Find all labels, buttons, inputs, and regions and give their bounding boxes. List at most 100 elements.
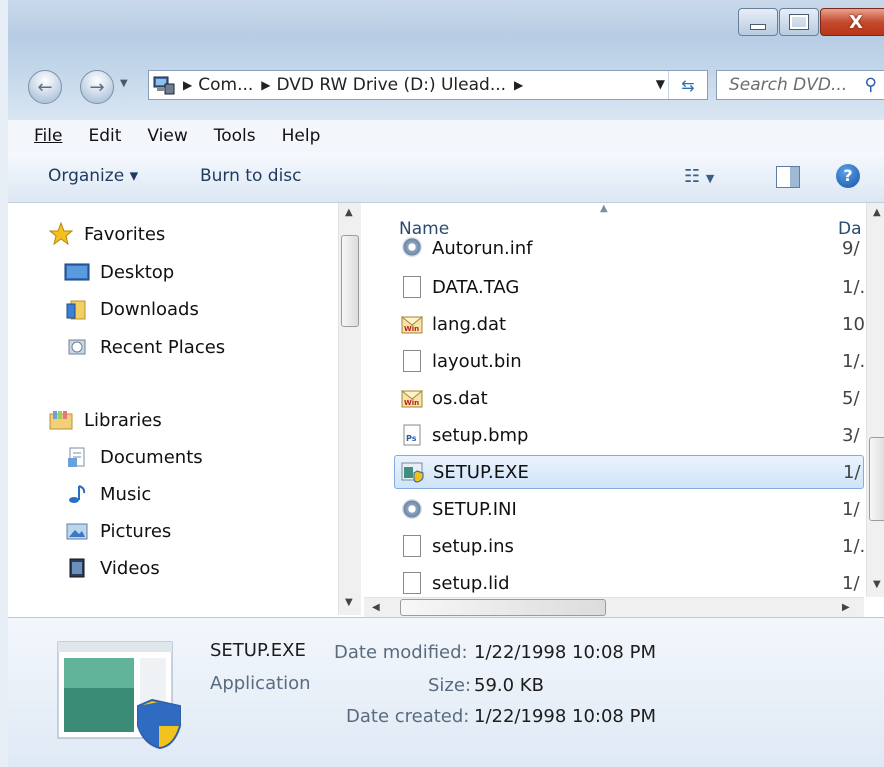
- scroll-left-arrow-icon[interactable]: ◀: [372, 602, 380, 613]
- breadcrumb-separator-icon[interactable]: ▶: [183, 78, 192, 92]
- menu-edit[interactable]: Edit: [88, 126, 121, 146]
- settings-file-icon: [400, 497, 424, 521]
- back-arrow-icon: ←: [37, 76, 53, 98]
- photoshop-file-icon: Ps: [400, 423, 424, 447]
- search-icon[interactable]: ⚲: [865, 75, 877, 95]
- nav-favorites[interactable]: Favorites: [48, 222, 166, 246]
- preview-pane-button[interactable]: [776, 166, 800, 188]
- forward-button[interactable]: →: [80, 70, 114, 104]
- maximize-button[interactable]: [779, 8, 819, 36]
- menu-view[interactable]: View: [147, 126, 187, 146]
- detail-created-value: 1/22/1998 10:08 PM: [474, 706, 656, 727]
- nav-libraries-label: Libraries: [84, 409, 162, 431]
- organize-button[interactable]: Organize ▾: [48, 166, 138, 186]
- menu-file[interactable]: File: [34, 126, 62, 146]
- breadcrumb-separator-icon[interactable]: ▶: [514, 78, 523, 92]
- desktop-icon: [64, 261, 90, 283]
- svg-text:Win: Win: [404, 325, 419, 333]
- title-bar: X ← → ▼ ▶ Com... ▶ DVD RW Drive (D:) Ule…: [8, 0, 884, 120]
- pictures-icon: [64, 520, 90, 542]
- address-dropdown-icon[interactable]: ▼: [656, 77, 665, 91]
- nav-pictures[interactable]: Pictures: [64, 520, 171, 542]
- maximize-icon: [789, 14, 809, 30]
- file-date: 1/.: [842, 350, 866, 372]
- column-header-name[interactable]: Name: [399, 219, 449, 239]
- file-name: layout.bin: [432, 350, 522, 372]
- file-row-setup-bmp[interactable]: Ps setup.bmp 3/: [394, 418, 864, 452]
- file-list-horizontal-scrollbar[interactable]: ◀ ▶: [364, 597, 864, 618]
- column-header-date[interactable]: Da: [838, 219, 862, 239]
- file-row-autorun[interactable]: Autorun.inf 9/: [394, 237, 864, 259]
- search-input[interactable]: Search DVD...: [729, 75, 847, 95]
- file-row-data-tag[interactable]: DATA.TAG 1/.: [394, 270, 865, 304]
- scroll-right-arrow-icon[interactable]: ▶: [842, 602, 850, 613]
- nav-music[interactable]: Music: [64, 483, 151, 505]
- help-button[interactable]: ?: [836, 164, 860, 188]
- breadcrumb-separator-icon[interactable]: ▶: [261, 78, 270, 92]
- scroll-down-arrow-icon[interactable]: ▼: [873, 579, 881, 590]
- settings-file-icon: [400, 237, 424, 259]
- file-list-vscroll-thumb[interactable]: [869, 437, 884, 521]
- file-date: 10: [842, 313, 865, 335]
- recent-pages-chevron-icon[interactable]: ▼: [120, 78, 128, 89]
- file-row-setup-lid[interactable]: setup.lid 1/: [394, 566, 864, 600]
- file-row-setup-ini[interactable]: SETUP.INI 1/: [394, 492, 864, 526]
- svg-text:Win: Win: [404, 399, 419, 407]
- breadcrumb-computer[interactable]: Com...: [198, 75, 253, 95]
- command-bar: Organize ▾ Burn to disc ☷ ▼ ?: [8, 152, 884, 203]
- nav-desktop[interactable]: Desktop: [64, 261, 174, 283]
- downloads-folder-icon: [64, 298, 90, 320]
- nav-videos-label: Videos: [100, 557, 160, 579]
- change-view-button[interactable]: ☷ ▼: [684, 166, 714, 187]
- nav-recent-places-label: Recent Places: [100, 336, 226, 358]
- file-row-layout-bin[interactable]: layout.bin 1/.: [394, 344, 866, 378]
- nav-videos[interactable]: Videos: [64, 557, 160, 579]
- scroll-up-arrow-icon[interactable]: ▲: [345, 207, 353, 218]
- file-name: SETUP.INI: [432, 498, 517, 520]
- refresh-button[interactable]: ⇆: [668, 71, 707, 99]
- menu-help[interactable]: Help: [282, 126, 321, 146]
- file-row-os-dat[interactable]: Win os.dat 5/: [394, 381, 864, 415]
- detail-size-label: Size:: [428, 675, 472, 696]
- menu-tools[interactable]: Tools: [214, 126, 256, 146]
- scroll-down-arrow-icon[interactable]: ▼: [345, 597, 353, 608]
- back-button[interactable]: ←: [28, 70, 62, 104]
- burn-to-disc-button[interactable]: Burn to disc: [200, 166, 302, 186]
- file-row-setup-ins[interactable]: setup.ins 1/.: [394, 529, 865, 563]
- nav-libraries[interactable]: Libraries: [48, 409, 162, 431]
- file-name: setup.bmp: [432, 424, 529, 446]
- file-name: SETUP.EXE: [433, 461, 529, 483]
- recent-places-icon: [64, 336, 90, 358]
- file-row-setup-exe[interactable]: SETUP.EXE 1/: [394, 455, 864, 489]
- music-icon: [64, 483, 90, 505]
- file-list-vertical-scrollbar[interactable]: ▲ ▼: [866, 203, 884, 597]
- file-name: lang.dat: [432, 313, 507, 335]
- minimize-icon: [750, 24, 766, 30]
- menu-bar: File Edit View Tools Help: [8, 120, 884, 153]
- nav-desktop-label: Desktop: [100, 261, 175, 283]
- search-box[interactable]: Search DVD... ⚲: [716, 70, 884, 100]
- file-date: 5/: [842, 387, 860, 409]
- help-icon: ?: [843, 166, 853, 185]
- nav-music-label: Music: [100, 483, 152, 505]
- scroll-up-arrow-icon[interactable]: ▲: [873, 207, 881, 218]
- nav-documents[interactable]: Documents: [64, 446, 203, 468]
- close-button[interactable]: X: [820, 8, 884, 36]
- file-date: 3/: [842, 424, 860, 446]
- nav-favorites-label: Favorites: [84, 223, 166, 245]
- file-date: 1/: [842, 498, 860, 520]
- nav-downloads[interactable]: Downloads: [64, 298, 199, 320]
- nav-scroll-thumb[interactable]: [341, 235, 359, 327]
- nav-scrollbar[interactable]: ▲ ▼: [338, 203, 361, 615]
- nav-documents-label: Documents: [100, 446, 203, 468]
- details-pane: SETUP.EXE Application Date modified: 1/2…: [8, 617, 884, 767]
- minimize-button[interactable]: [738, 8, 778, 36]
- file-row-lang-dat[interactable]: Win lang.dat 10: [394, 307, 865, 341]
- nav-recent-places[interactable]: Recent Places: [64, 336, 225, 358]
- detail-filename: SETUP.EXE: [210, 640, 306, 661]
- file-list-hscroll-thumb[interactable]: [400, 599, 606, 616]
- breadcrumb-dvd-drive[interactable]: DVD RW Drive (D:) Ulead...: [277, 75, 507, 95]
- chevron-down-icon: ▼: [705, 172, 715, 185]
- detail-modified-value: 1/22/1998 10:08 PM: [474, 642, 656, 663]
- address-bar[interactable]: ▶ Com... ▶ DVD RW Drive (D:) Ulead... ▶ …: [148, 70, 708, 100]
